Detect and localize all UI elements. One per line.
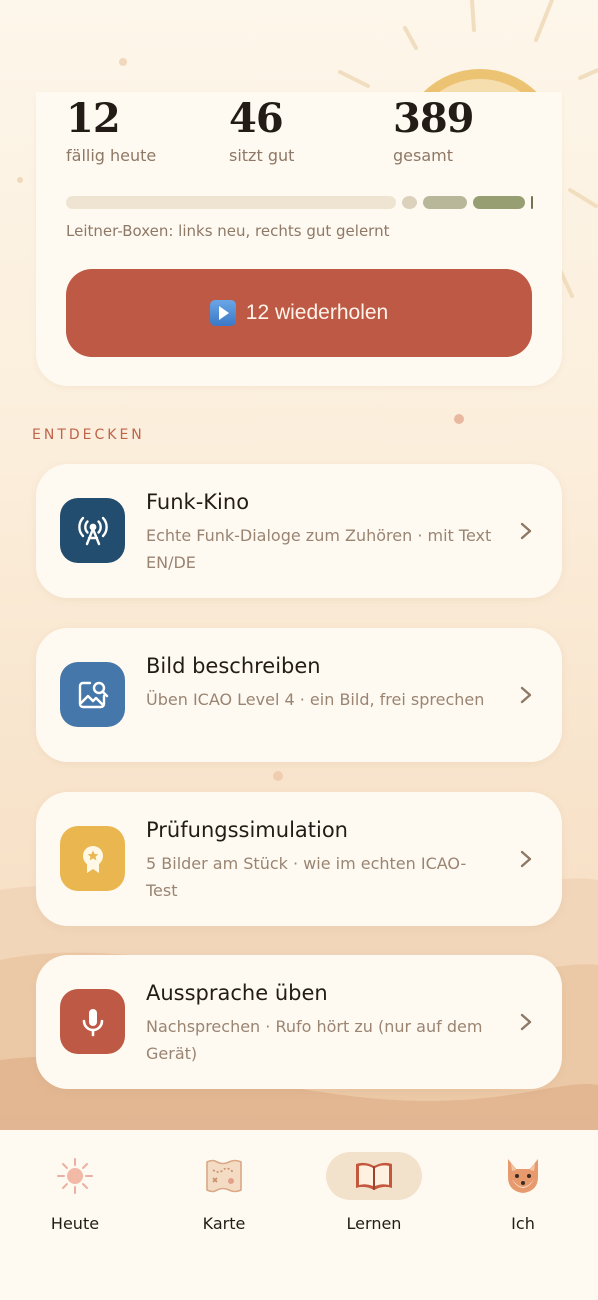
image-search-icon bbox=[60, 662, 125, 727]
chevron-right-icon bbox=[520, 1013, 532, 1031]
feature-description: 5 Bilder am Stück · wie im echten ICAO-T… bbox=[146, 854, 467, 900]
leitner-note: Leitner-Boxen: links neu, rechts gut gel… bbox=[66, 222, 390, 240]
stat-label: fällig heute bbox=[66, 146, 157, 165]
stat-value: 12 bbox=[66, 95, 121, 142]
nav-item-karte[interactable]: Karte bbox=[164, 1152, 284, 1233]
feature-title: Aussprache üben bbox=[146, 981, 328, 1005]
review-button-label: 12 wiederholen bbox=[245, 301, 389, 324]
microphone-icon bbox=[60, 989, 125, 1054]
feature-title: Prüfungssimulation bbox=[146, 818, 348, 842]
stat-value: 389 bbox=[393, 95, 474, 142]
section-title: ENTDECKEN bbox=[32, 427, 145, 443]
stat-known-well: 46 sitzt gut bbox=[229, 92, 294, 165]
chevron-right-icon bbox=[520, 850, 532, 868]
nav-active-pill bbox=[314, 1152, 434, 1200]
feature-description: Echte Funk-Dialoge zum Zuhören · mit Tex… bbox=[146, 526, 492, 572]
nav-label: Lernen bbox=[346, 1214, 402, 1233]
chevron-right-icon bbox=[520, 522, 532, 540]
feature-card-bild-beschreiben[interactable]: Bild beschreiben Üben ICAO Level 4 · ein… bbox=[36, 628, 562, 762]
review-button[interactable]: 12 wiederholen bbox=[66, 269, 532, 357]
stat-due-today: 12 fällig heute bbox=[66, 92, 156, 165]
sun-icon bbox=[15, 1152, 135, 1200]
feature-card-funk-kino[interactable]: Funk-Kino Echte Funk-Dialoge zum Zuhören… bbox=[36, 464, 562, 598]
leitner-box-learning bbox=[402, 196, 417, 209]
nav-label: Karte bbox=[202, 1214, 246, 1233]
stat-value: 46 bbox=[229, 95, 284, 142]
leitner-box-mastered bbox=[473, 196, 525, 209]
map-icon bbox=[164, 1152, 284, 1200]
nav-item-lernen[interactable]: Lernen bbox=[314, 1152, 434, 1233]
award-icon bbox=[60, 826, 125, 891]
chevron-right-icon bbox=[520, 686, 532, 704]
nav-item-ich[interactable]: Ich bbox=[463, 1152, 583, 1233]
book-icon bbox=[326, 1152, 422, 1200]
stats-card: 12 fällig heute 46 sitzt gut 389 gesamt … bbox=[36, 92, 562, 386]
feature-title: Funk-Kino bbox=[146, 490, 250, 514]
feature-description: Nachsprechen · Rufo hört zu (nur auf dem… bbox=[146, 1017, 483, 1063]
nav-label: Ich bbox=[511, 1214, 535, 1233]
radio-tower-icon bbox=[60, 498, 125, 563]
nav-item-heute[interactable]: Heute bbox=[15, 1152, 135, 1233]
stat-label: sitzt gut bbox=[229, 146, 295, 165]
play-icon bbox=[209, 300, 236, 326]
stat-total: 389 gesamt bbox=[393, 92, 474, 165]
nav-label: Heute bbox=[50, 1214, 100, 1233]
feature-card-pruefungssimulation[interactable]: Prüfungssimulation 5 Bilder am Stück · w… bbox=[36, 792, 562, 926]
stat-label: gesamt bbox=[393, 146, 453, 165]
leitner-progress-bar bbox=[66, 194, 534, 210]
feature-card-aussprache[interactable]: Aussprache üben Nachsprechen · Rufo hört… bbox=[36, 955, 562, 1089]
fox-avatar-icon bbox=[463, 1152, 583, 1200]
feature-description: Üben ICAO Level 4 · ein Bild, frei sprec… bbox=[146, 690, 485, 709]
leitner-box-known bbox=[423, 196, 467, 209]
leitner-box-end bbox=[531, 196, 533, 209]
leitner-box-new bbox=[66, 196, 396, 209]
feature-title: Bild beschreiben bbox=[146, 654, 321, 678]
bottom-nav: Heute Karte Lernen Ich bbox=[0, 1130, 598, 1300]
